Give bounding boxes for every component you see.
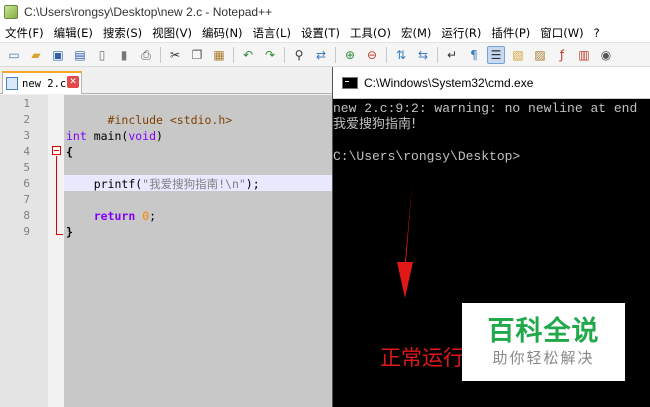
red-arrow-shape	[397, 185, 413, 298]
baike-watermark-logo: 百科全说 助你轻松解决	[462, 303, 625, 381]
watermark-main-text: 百科全说	[487, 316, 600, 347]
annotation-text: 正常运行	[380, 346, 464, 370]
watermark-sub-text: 助你轻松解决	[492, 349, 595, 367]
